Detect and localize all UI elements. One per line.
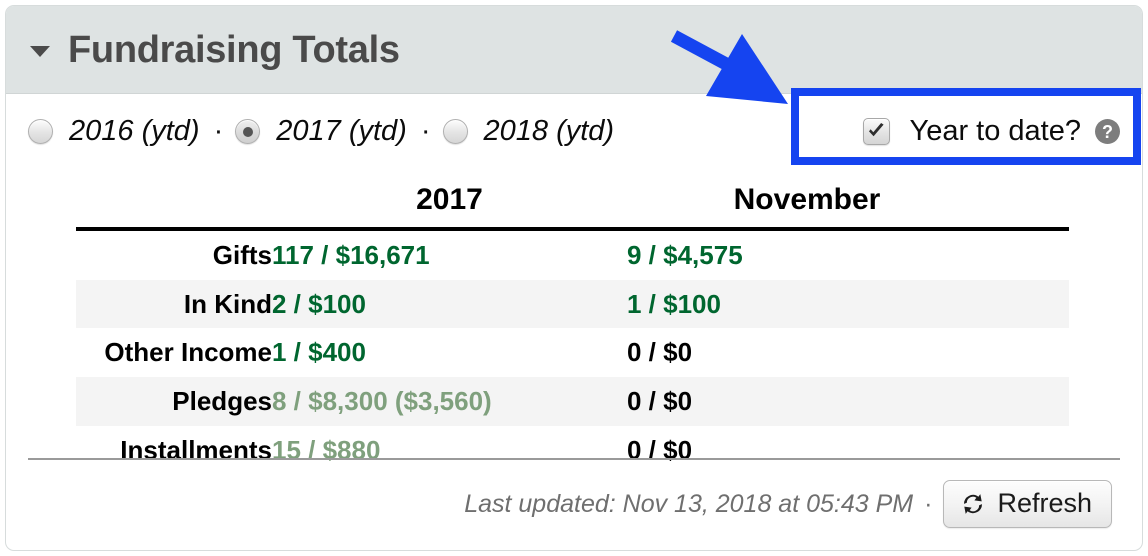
totals-table-wrapper: 2017 November Gifts 117 / $16,671 9 / $4…: [6, 169, 1142, 474]
row-label-other-income: Other Income: [104, 337, 272, 368]
fundraising-totals-panel: Fundraising Totals 2016 (ytd) · 2017 (yt…: [5, 5, 1143, 551]
table-head: 2017 November: [76, 169, 1069, 231]
row-label-in-kind: In Kind: [76, 279, 272, 329]
refresh-button-label: Refresh: [997, 488, 1092, 518]
column-header-month: November: [627, 169, 1069, 231]
table-row: Pledges 8 / $8,300 ($3,560) 0 / $0: [76, 377, 1069, 426]
row-value-other-income-month: 0 / $0: [627, 337, 693, 368]
panel-footer: Last updated: Nov 13, 2018 at 05:43 PM ·…: [6, 458, 1142, 550]
radio-option-2018[interactable]: 2018 (ytd): [442, 115, 615, 148]
row-value-in-kind-year: 2 / $100: [272, 279, 627, 329]
row-value-gifts-year: 117 / $16,671: [272, 240, 430, 270]
table-body: Gifts 117 / $16,671 9 / $4,575 In Kind 2…: [76, 229, 1069, 474]
row-value-other-income-year: 1 / $400: [272, 337, 366, 368]
page-title: Fundraising Totals: [68, 28, 400, 71]
row-value-pledges-year: 8 / $8,300 ($3,560): [272, 377, 627, 426]
refresh-icon: [960, 491, 986, 517]
panel-header[interactable]: Fundraising Totals: [6, 6, 1142, 94]
row-label-gifts: Gifts: [212, 240, 272, 270]
radio-2018-label: 2018 (ytd): [483, 115, 615, 147]
table-row: In Kind 2 / $100 1 / $100: [76, 279, 1069, 329]
radio-2017-input[interactable]: [235, 119, 261, 144]
radio-2017-label: 2017 (ytd): [276, 115, 407, 147]
row-label-pledges: Pledges: [76, 377, 272, 426]
refresh-button[interactable]: Refresh: [943, 480, 1112, 528]
footer-separator: ·: [924, 489, 933, 518]
radio-option-2017[interactable]: 2017 (ytd): [235, 115, 407, 148]
footer-content: Last updated: Nov 13, 2018 at 05:43 PM ·…: [28, 460, 1120, 548]
year-to-date-label: Year to date?: [909, 115, 1081, 147]
column-header-blank: [76, 169, 272, 231]
year-to-date-checkbox[interactable]: [862, 118, 890, 145]
radio-option-2016[interactable]: 2016 (ytd): [28, 115, 200, 148]
radio-separator-2: ·: [420, 115, 431, 147]
caret-down-icon[interactable]: [30, 46, 50, 57]
radio-2016-label: 2016 (ytd): [69, 115, 200, 147]
fundraising-totals-table: 2017 November Gifts 117 / $16,671 9 / $4…: [76, 169, 1069, 474]
column-header-year: 2017: [272, 169, 627, 231]
table-row: Gifts 117 / $16,671 9 / $4,575: [76, 229, 1069, 280]
row-value-gifts-month: 9 / $4,575: [627, 240, 743, 270]
row-value-in-kind-month: 1 / $100: [627, 279, 1069, 329]
last-updated-text: Last updated: Nov 13, 2018 at 05:43 PM: [464, 489, 914, 518]
radio-separator-1: ·: [213, 115, 224, 147]
row-value-pledges-month: 0 / $0: [627, 377, 1069, 426]
radio-2016-input[interactable]: [28, 119, 53, 144]
year-to-date-toggle-group: Year to date? ?: [862, 94, 1130, 169]
table-header-row: 2017 November: [76, 169, 1069, 231]
options-bar: 2016 (ytd) · 2017 (ytd) · 2018 (ytd) Yea…: [6, 94, 1142, 169]
year-radio-group: 2016 (ytd) · 2017 (ytd) · 2018 (ytd): [28, 115, 614, 148]
screenshot-root: Fundraising Totals 2016 (ytd) · 2017 (yt…: [0, 0, 1148, 556]
radio-2018-input[interactable]: [442, 119, 468, 144]
table-row: Other Income 1 / $400 0 / $0: [76, 328, 1069, 377]
help-circle-icon[interactable]: ?: [1095, 119, 1120, 144]
